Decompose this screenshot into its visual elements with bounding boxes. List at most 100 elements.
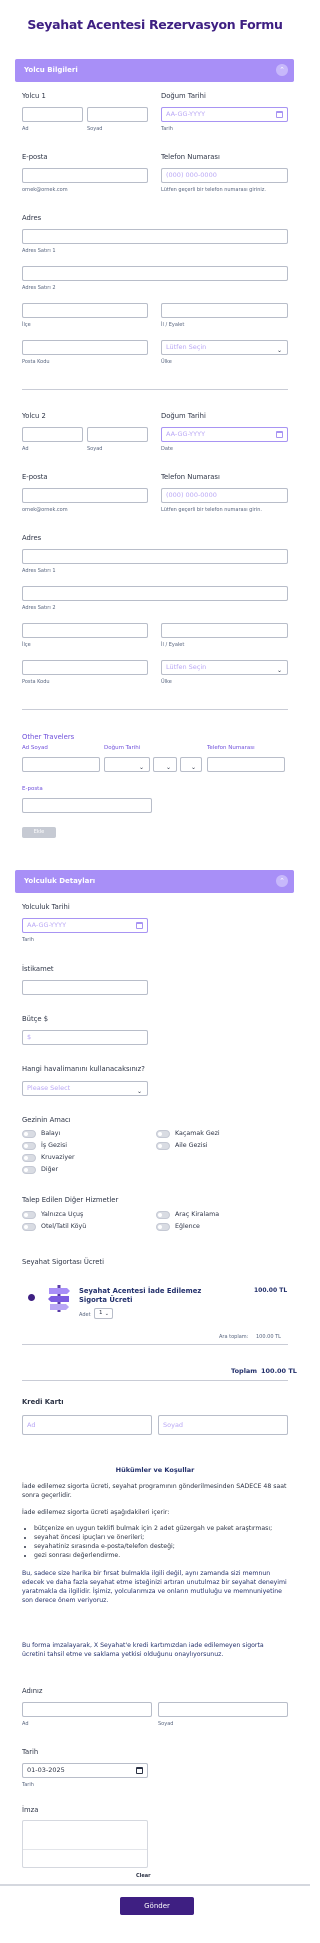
- traveler1-email-input[interactable]: [22, 168, 148, 183]
- chevron-down-icon: ⌄: [104, 1311, 109, 1317]
- traveler1-dob-input[interactable]: AA-GG-YYYY: [161, 107, 288, 122]
- other-name-input[interactable]: [22, 757, 100, 772]
- traveler1-country-select[interactable]: Lütfen Seçin ⌄: [161, 340, 288, 355]
- airline-select[interactable]: Please Select ⌄: [22, 1081, 148, 1096]
- state-sublabel: İl / Eyalet: [161, 322, 185, 328]
- purpose-label: Gezinin Amacı: [22, 1116, 71, 1124]
- traveler2-country-select[interactable]: Lütfen Seçin ⌄: [161, 660, 288, 675]
- card-first-placeholder: Ad: [27, 1421, 36, 1429]
- other-dob-month-select[interactable]: ⌄: [104, 757, 150, 772]
- purpose-option-label: Kruvaziyer: [41, 1154, 75, 1161]
- last-sublabel: Soyad: [87, 446, 103, 452]
- date-placeholder: AA-GG-YYYY: [27, 921, 67, 929]
- signature-pad[interactable]: [22, 1820, 148, 1868]
- signer-last-input[interactable]: [158, 1702, 288, 1717]
- traveler1-first-input[interactable]: [22, 107, 83, 122]
- card-last-input[interactable]: Soyad: [158, 1415, 288, 1435]
- purpose-toggle-is[interactable]: [22, 1142, 36, 1150]
- section-title: Yolculuk Detayları: [24, 877, 96, 885]
- last-sublabel: Soyad: [158, 1721, 174, 1727]
- section-header-yolculuk[interactable]: Yolculuk Detayları ⌃: [15, 870, 294, 893]
- traveler2-dob-input[interactable]: AA-GG-YYYY: [161, 427, 288, 442]
- card-first-input[interactable]: Ad: [22, 1415, 152, 1435]
- traveler1-state-input[interactable]: [161, 303, 288, 318]
- traveler2-addr2-input[interactable]: [22, 586, 288, 601]
- dob-placeholder: AA-GG-YYYY: [166, 430, 206, 438]
- purpose-option-label: Diğer: [41, 1166, 59, 1173]
- insurance-label: Seyahat Sigortası Ücreti: [22, 1258, 104, 1266]
- budget-input[interactable]: $: [22, 1030, 148, 1045]
- services-label: Talep Edilen Diğer Hizmetler: [22, 1196, 119, 1204]
- dob-sublabel: Tarih: [161, 126, 173, 132]
- purpose-toggle-kacamak[interactable]: [156, 1130, 170, 1138]
- signature-line: [23, 1849, 147, 1850]
- other-dob-day-select[interactable]: ⌄: [153, 757, 177, 772]
- signer-first-input[interactable]: [22, 1702, 152, 1717]
- terms-bullet: gezi sonrası değerlendirme.: [34, 1551, 288, 1560]
- country-placeholder: Lütfen Seçin: [166, 343, 207, 351]
- service-option-label: Yalnızca Uçuş: [41, 1211, 84, 1218]
- product-radio[interactable]: [28, 1294, 35, 1301]
- chevron-down-icon: ⌄: [136, 1088, 142, 1095]
- traveler2-first-input[interactable]: [22, 427, 83, 442]
- phone-sublabel: Lütfen geçerli bir telefon numarası giri…: [161, 187, 266, 193]
- airline-label: Hangi havalimanını kullanacaksınız?: [22, 1065, 145, 1073]
- traveler1-city-input[interactable]: [22, 303, 148, 318]
- trip-date-input[interactable]: AA-GG-YYYY: [22, 918, 148, 933]
- purpose-toggle-kruvaziyer[interactable]: [22, 1154, 36, 1162]
- service-toggle-hotel[interactable]: [22, 1223, 36, 1231]
- signpost-icon: [45, 1283, 73, 1313]
- traveler2-last-input[interactable]: [87, 427, 148, 442]
- subtotal-label: Ara toplam:: [219, 1334, 249, 1340]
- traveler1-phone-input[interactable]: (000) 000-0000: [161, 168, 288, 183]
- traveler2-addr1-input[interactable]: [22, 549, 288, 564]
- total-label: Toplam: [231, 1367, 258, 1375]
- divider: [22, 389, 288, 390]
- qty-label: Adet: [79, 1312, 91, 1318]
- section-header-yolcu[interactable]: Yolcu Bilgileri ⌃: [15, 59, 294, 82]
- service-option-label: Eğlence: [175, 1223, 200, 1230]
- collapse-icon[interactable]: ⌃: [276, 64, 288, 76]
- date-sublabel: Tarih: [22, 937, 34, 943]
- submit-button[interactable]: Gönder: [120, 1897, 194, 1915]
- last-sublabel: Soyad: [87, 126, 103, 132]
- traveler2-state-input[interactable]: [161, 623, 288, 638]
- signer-date-input[interactable]: 01-03-2025: [22, 1763, 148, 1778]
- service-toggle-flight[interactable]: [22, 1211, 36, 1219]
- other-phone-input[interactable]: [207, 757, 285, 772]
- traveler1-email-label: E-posta: [22, 153, 48, 161]
- traveler2-postal-input[interactable]: [22, 660, 148, 675]
- service-toggle-fun[interactable]: [156, 1223, 170, 1231]
- purpose-toggle-balayi[interactable]: [22, 1130, 36, 1138]
- traveler1-addr2-input[interactable]: [22, 266, 288, 281]
- qty-select[interactable]: 1 ⌄: [94, 1308, 113, 1319]
- calendar-icon[interactable]: [136, 922, 143, 929]
- chevron-down-icon: ⌄: [138, 764, 144, 771]
- traveler2-email-input[interactable]: [22, 488, 148, 503]
- traveler2-phone-input[interactable]: (000) 000-0000: [161, 488, 288, 503]
- add-traveler-button[interactable]: Ekle: [22, 827, 56, 838]
- traveler2-city-input[interactable]: [22, 623, 148, 638]
- service-toggle-car[interactable]: [156, 1211, 170, 1219]
- terms-p1: İade edilemez sigorta ücreti, seyahat pr…: [22, 1483, 287, 1499]
- postal-sublabel: Posta Kodu: [22, 359, 50, 365]
- qty-value: 1: [99, 1310, 103, 1316]
- purpose-toggle-diger[interactable]: [22, 1166, 36, 1174]
- calendar-icon[interactable]: [276, 431, 283, 438]
- traveler1-postal-input[interactable]: [22, 340, 148, 355]
- other-dob-year-select[interactable]: ⌄: [180, 757, 202, 772]
- section-title: Yolcu Bilgileri: [24, 66, 78, 74]
- calendar-icon[interactable]: [136, 1767, 143, 1774]
- first-sublabel: Ad: [22, 446, 29, 452]
- other-travelers-title: Other Travelers: [22, 733, 75, 741]
- collapse-icon[interactable]: ⌃: [276, 875, 288, 887]
- traveler1-addr1-input[interactable]: [22, 229, 288, 244]
- col-email-header: E-posta: [22, 786, 43, 792]
- calendar-icon[interactable]: [276, 111, 283, 118]
- destination-input[interactable]: [22, 980, 148, 995]
- purpose-toggle-aile[interactable]: [156, 1142, 170, 1150]
- clear-signature-button[interactable]: Clear: [136, 1873, 151, 1879]
- traveler1-last-input[interactable]: [87, 107, 148, 122]
- other-email-input[interactable]: [22, 798, 152, 813]
- budget-prefix: $: [27, 1033, 32, 1041]
